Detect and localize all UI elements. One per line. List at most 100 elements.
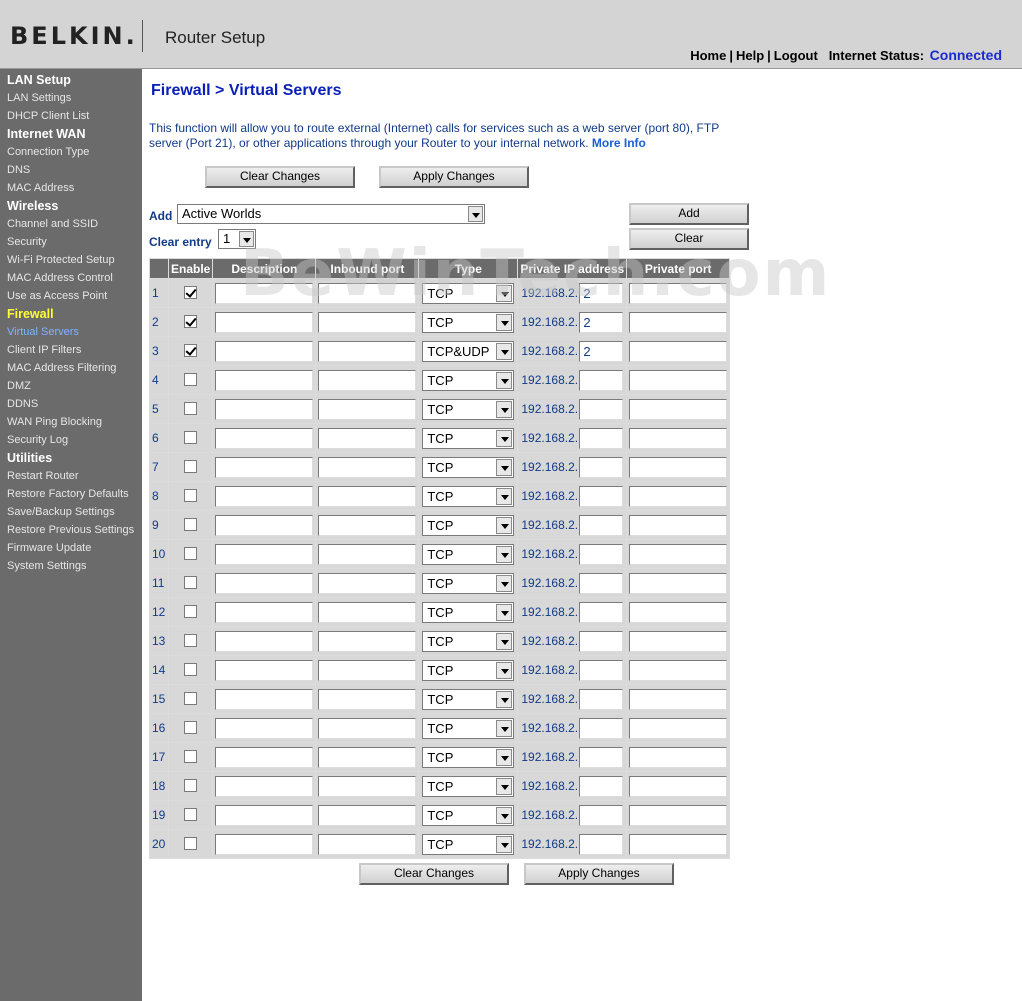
- inbound-port-input[interactable]: [318, 311, 417, 333]
- enable-checkbox[interactable]: [184, 663, 198, 677]
- ip-last-octet-input[interactable]: 2: [579, 282, 624, 304]
- description-input[interactable]: [215, 746, 314, 768]
- ip-last-octet-input[interactable]: [579, 804, 624, 826]
- enable-checkbox[interactable]: [184, 576, 198, 590]
- apply-changes-button-top[interactable]: Apply Changes: [379, 166, 529, 188]
- private-port-input[interactable]: [629, 514, 728, 536]
- private-port-input[interactable]: [629, 717, 728, 739]
- description-input[interactable]: [215, 659, 314, 681]
- enable-checkbox[interactable]: [184, 344, 198, 358]
- ip-last-octet-input[interactable]: [579, 572, 624, 594]
- inbound-port-input[interactable]: [318, 804, 417, 826]
- inbound-port-input[interactable]: [318, 833, 417, 855]
- ip-last-octet-input[interactable]: [579, 398, 624, 420]
- inbound-port-input[interactable]: [318, 514, 417, 536]
- apply-changes-button-bottom[interactable]: Apply Changes: [524, 863, 674, 885]
- sidebar-item-security-log[interactable]: Security Log: [0, 431, 142, 449]
- ip-last-octet-input[interactable]: [579, 775, 624, 797]
- type-select[interactable]: TCP: [422, 630, 515, 652]
- description-input[interactable]: [215, 833, 314, 855]
- enable-checkbox[interactable]: [184, 692, 198, 706]
- description-input[interactable]: [215, 514, 314, 536]
- sidebar-item-virtual-servers[interactable]: Virtual Servers: [0, 323, 142, 341]
- ip-last-octet-input[interactable]: [579, 456, 624, 478]
- type-select[interactable]: TCP: [422, 311, 515, 333]
- private-port-input[interactable]: [629, 369, 728, 391]
- inbound-port-input[interactable]: [318, 427, 417, 449]
- description-input[interactable]: [215, 485, 314, 507]
- description-input[interactable]: [215, 601, 314, 623]
- description-input[interactable]: [215, 775, 314, 797]
- description-input[interactable]: [215, 630, 314, 652]
- enable-checkbox[interactable]: [184, 750, 198, 764]
- type-select[interactable]: TCP: [422, 282, 515, 304]
- ip-last-octet-input[interactable]: 2: [579, 311, 624, 333]
- type-select[interactable]: TCP: [422, 456, 515, 478]
- type-select[interactable]: TCP: [422, 514, 515, 536]
- private-port-input[interactable]: [629, 398, 728, 420]
- private-port-input[interactable]: [629, 282, 728, 304]
- ip-last-octet-input[interactable]: [579, 659, 624, 681]
- enable-checkbox[interactable]: [184, 489, 198, 503]
- type-select[interactable]: TCP: [422, 369, 515, 391]
- clear-entry-select[interactable]: 1: [218, 229, 256, 249]
- inbound-port-input[interactable]: [318, 601, 417, 623]
- enable-checkbox[interactable]: [184, 460, 198, 474]
- type-select[interactable]: TCP: [422, 775, 515, 797]
- enable-checkbox[interactable]: [184, 402, 198, 416]
- help-link[interactable]: Help: [736, 48, 764, 63]
- type-select[interactable]: TCP: [422, 485, 515, 507]
- description-input[interactable]: [215, 282, 314, 304]
- enable-checkbox[interactable]: [184, 518, 198, 532]
- clear-changes-button-bottom[interactable]: Clear Changes: [359, 863, 509, 885]
- sidebar-item-client-ip-filters[interactable]: Client IP Filters: [0, 341, 142, 359]
- private-port-input[interactable]: [629, 630, 728, 652]
- description-input[interactable]: [215, 804, 314, 826]
- ip-last-octet-input[interactable]: [579, 717, 624, 739]
- inbound-port-input[interactable]: [318, 340, 417, 362]
- type-select[interactable]: TCP: [422, 804, 515, 826]
- ip-last-octet-input[interactable]: [579, 543, 624, 565]
- sidebar-item-mac-address[interactable]: MAC Address: [0, 179, 142, 197]
- sidebar-item-restore-factory-defaults[interactable]: Restore Factory Defaults: [0, 485, 142, 503]
- sidebar-item-save-backup-settings[interactable]: Save/Backup Settings: [0, 503, 142, 521]
- ip-last-octet-input[interactable]: [579, 514, 624, 536]
- sidebar-item-firmware-update[interactable]: Firmware Update: [0, 539, 142, 557]
- private-port-input[interactable]: [629, 340, 728, 362]
- inbound-port-input[interactable]: [318, 775, 417, 797]
- inbound-port-input[interactable]: [318, 688, 417, 710]
- description-input[interactable]: [215, 398, 314, 420]
- type-select[interactable]: TCP: [422, 688, 515, 710]
- description-input[interactable]: [215, 340, 314, 362]
- inbound-port-input[interactable]: [318, 398, 417, 420]
- inbound-port-input[interactable]: [318, 717, 417, 739]
- logout-link[interactable]: Logout: [774, 48, 818, 63]
- ip-last-octet-input[interactable]: [579, 369, 624, 391]
- type-select[interactable]: TCP: [422, 572, 515, 594]
- more-info-link[interactable]: More Info: [592, 136, 646, 150]
- description-input[interactable]: [215, 369, 314, 391]
- inbound-port-input[interactable]: [318, 630, 417, 652]
- sidebar-item-security[interactable]: Security: [0, 233, 142, 251]
- description-input[interactable]: [215, 456, 314, 478]
- sidebar-item-connection-type[interactable]: Connection Type: [0, 143, 142, 161]
- enable-checkbox[interactable]: [184, 286, 198, 300]
- description-input[interactable]: [215, 572, 314, 594]
- inbound-port-input[interactable]: [318, 282, 417, 304]
- enable-checkbox[interactable]: [184, 373, 198, 387]
- type-select[interactable]: TCP: [422, 659, 515, 681]
- ip-last-octet-input[interactable]: [579, 833, 624, 855]
- sidebar-item-use-as-access-point[interactable]: Use as Access Point: [0, 287, 142, 305]
- description-input[interactable]: [215, 427, 314, 449]
- inbound-port-input[interactable]: [318, 485, 417, 507]
- private-port-input[interactable]: [629, 746, 728, 768]
- private-port-input[interactable]: [629, 572, 728, 594]
- clear-button[interactable]: Clear: [629, 228, 749, 250]
- ip-last-octet-input[interactable]: [579, 746, 624, 768]
- sidebar-item-restart-router[interactable]: Restart Router: [0, 467, 142, 485]
- private-port-input[interactable]: [629, 659, 728, 681]
- enable-checkbox[interactable]: [184, 837, 198, 851]
- private-port-input[interactable]: [629, 804, 728, 826]
- private-port-input[interactable]: [629, 311, 728, 333]
- sidebar-item-system-settings[interactable]: System Settings: [0, 557, 142, 575]
